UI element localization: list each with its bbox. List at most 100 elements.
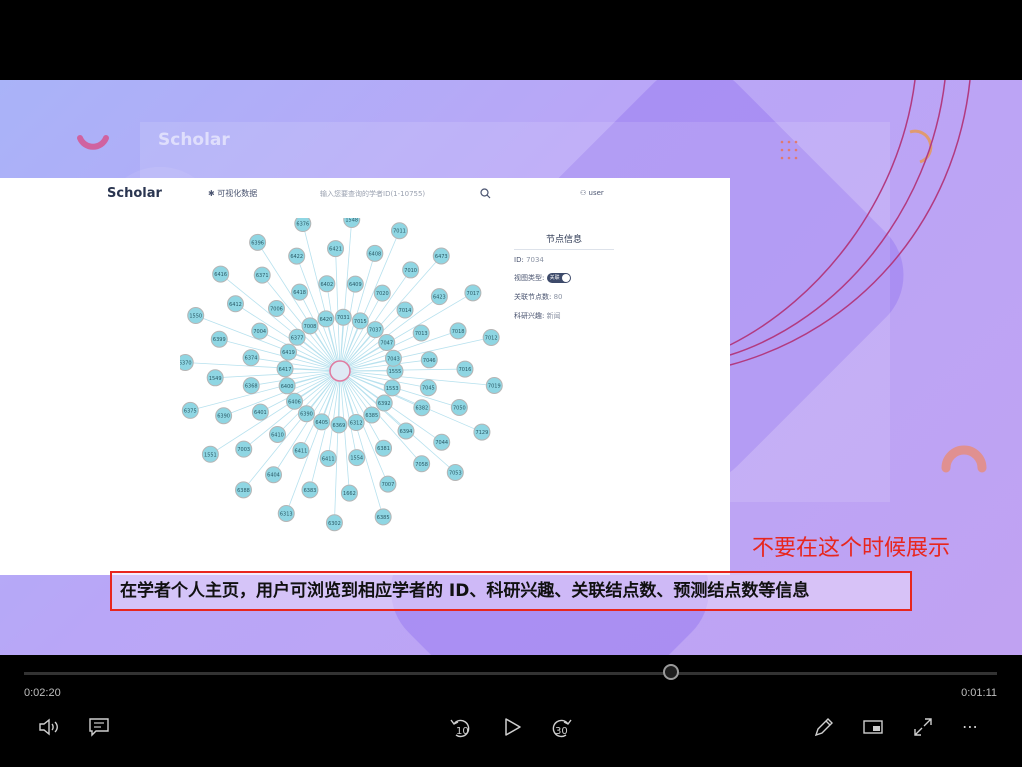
graph-node[interactable]: 6388 [234, 481, 252, 499]
graph-node[interactable]: 6368 [242, 377, 260, 395]
graph-node[interactable]: 7020 [373, 284, 391, 302]
graph-node[interactable]: 1553 [383, 379, 401, 397]
graph-node[interactable]: 1549 [206, 369, 224, 387]
subtitle-caption: 在学者个人主页，用户可浏览到相应学者的 ID、科研兴趣、关联结点数、预测结点数等… [110, 571, 912, 611]
graph-node[interactable]: 7129 [473, 423, 491, 441]
graph-node[interactable]: 7047 [378, 334, 396, 352]
network-graph[interactable]: 1555 6382 7058 6385 1553 6394 7007 6302 6392 6381… [180, 218, 510, 538]
mini-player-icon[interactable] [861, 715, 885, 739]
graph-node[interactable]: 6401 [251, 403, 269, 421]
graph-node[interactable]: 7007 [379, 475, 397, 493]
graph-node[interactable]: 7011 [390, 222, 408, 240]
graph-node[interactable]: 6418 [291, 283, 309, 301]
graph-node[interactable]: 6404 [265, 466, 283, 484]
graph-node[interactable]: 6411 [292, 441, 310, 459]
graph-node[interactable]: 6406 [285, 392, 303, 410]
graph-node[interactable]: 6473 [432, 247, 450, 265]
graph-node[interactable]: 6417 [276, 360, 294, 378]
graph-node[interactable]: 6376 [294, 218, 312, 233]
graph-node[interactable]: 6423 [430, 288, 448, 306]
graph-center-node[interactable] [329, 360, 351, 382]
graph-node[interactable]: 6410 [269, 425, 287, 443]
graph-node[interactable]: 6369 [330, 416, 348, 434]
captions-icon[interactable] [87, 715, 111, 739]
graph-node[interactable]: 7014 [396, 301, 414, 319]
graph-node[interactable]: 7016 [456, 360, 474, 378]
more-options-icon[interactable]: ⋯ [962, 717, 980, 736]
graph-node[interactable]: 6370 [180, 354, 194, 372]
graph-node[interactable]: 6420 [317, 310, 335, 328]
graph-node[interactable]: 6371 [253, 266, 271, 284]
graph-node[interactable]: 6405 [313, 413, 331, 431]
graph-node[interactable]: 1551 [201, 445, 219, 463]
graph-node[interactable]: 6400 [278, 377, 296, 395]
search-input[interactable]: 输入您要查询的学者ID(1-10755) [320, 189, 425, 199]
skip-forward-button[interactable]: 30 [548, 715, 574, 741]
graph-node[interactable]: 1554 [348, 449, 366, 467]
graph-node[interactable]: 6374 [242, 349, 260, 367]
graph-node[interactable]: 6381 [375, 439, 393, 457]
nav-visualization[interactable]: ✱ 可视化数据 [208, 188, 257, 199]
graph-node[interactable]: 7050 [450, 398, 468, 416]
user-menu[interactable]: ⚇ user [580, 189, 604, 197]
pen-icon[interactable] [812, 715, 836, 739]
graph-node[interactable]: 7058 [413, 455, 431, 473]
graph-node[interactable]: 7008 [301, 317, 319, 335]
graph-node[interactable]: 6394 [397, 422, 415, 440]
graph-node[interactable]: 6402 [318, 275, 336, 293]
graph-node[interactable]: 6408 [366, 244, 384, 262]
graph-node[interactable]: 7031 [334, 308, 352, 326]
graph-node[interactable]: 7046 [420, 351, 438, 369]
graph-node[interactable]: 7044 [433, 433, 451, 451]
graph-node[interactable]: 7019 [485, 376, 503, 394]
graph-node[interactable]: 6313 [277, 504, 295, 522]
graph-node[interactable]: 6419 [279, 343, 297, 361]
graph-node[interactable]: 1548 [343, 218, 361, 229]
graph-node[interactable]: 6396 [249, 233, 267, 251]
graph-node[interactable]: 6382 [413, 399, 431, 417]
graph-node[interactable]: 6385 [363, 406, 381, 424]
graph-node[interactable]: 1550 [187, 307, 205, 325]
search-icon[interactable] [480, 188, 491, 199]
progress-track[interactable] [24, 664, 997, 680]
graph-node-label: 6401 [254, 410, 267, 416]
graph-node[interactable]: 7017 [464, 284, 482, 302]
app-logo[interactable]: Scholar [107, 186, 162, 201]
graph-node[interactable]: 7004 [251, 322, 269, 340]
graph-node[interactable]: 7006 [267, 300, 285, 318]
graph-node[interactable]: 6409 [346, 275, 364, 293]
graph-node[interactable]: 6421 [327, 240, 345, 258]
fullscreen-icon[interactable] [911, 715, 935, 739]
graph-node-label: 6408 [368, 251, 381, 257]
graph-node[interactable]: 6383 [301, 481, 319, 499]
progress-thumb[interactable] [663, 664, 680, 680]
graph-node[interactable]: 7053 [446, 464, 464, 482]
graph-node[interactable]: 6392 [375, 394, 393, 412]
graph-node[interactable]: 6375 [181, 401, 199, 419]
graph-node[interactable]: 7045 [419, 379, 437, 397]
graph-node[interactable]: 7043 [384, 349, 402, 367]
graph-node[interactable]: 7015 [351, 312, 369, 330]
graph-node[interactable]: 6312 [347, 414, 365, 432]
volume-icon[interactable] [37, 715, 61, 739]
graph-node[interactable]: 7018 [449, 322, 467, 340]
graph-node[interactable]: 6390 [215, 407, 233, 425]
graph-node[interactable]: 1662 [340, 484, 358, 502]
graph-node[interactable]: 6422 [288, 247, 306, 265]
graph-node[interactable]: 7003 [235, 440, 253, 458]
skip-back-button[interactable]: 10 [448, 715, 474, 741]
graph-node[interactable]: 6399 [210, 330, 228, 348]
graph-node[interactable]: 7037 [366, 321, 384, 339]
graph-node[interactable]: 6377 [288, 328, 306, 346]
play-icon[interactable] [500, 715, 524, 739]
graph-node[interactable]: 6411 [319, 449, 337, 467]
graph-node[interactable]: 6390 [297, 405, 315, 423]
graph-node[interactable]: 6302 [325, 514, 343, 532]
graph-node[interactable]: 7013 [412, 324, 430, 342]
graph-node[interactable]: 6416 [212, 265, 230, 283]
graph-node[interactable]: 6412 [226, 295, 244, 313]
view-type-toggle[interactable]: 关联 [546, 273, 571, 283]
graph-node[interactable]: 7012 [482, 328, 500, 346]
graph-node[interactable]: 7010 [402, 261, 420, 279]
graph-node[interactable]: 6385 [374, 508, 392, 526]
